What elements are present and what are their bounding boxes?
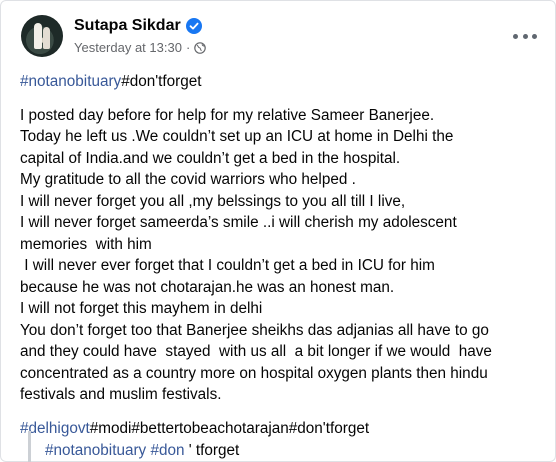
hashtag-link[interactable]: #don	[150, 442, 184, 459]
body-line: I will never ever forget that I couldn’t…	[20, 257, 435, 274]
facebook-post: Sutapa Sikdar Yesterday at 13:30 · #nota…	[0, 0, 556, 462]
dot	[532, 33, 537, 39]
body-line: My gratitude to all the covid warriors w…	[20, 171, 356, 188]
body-line: memories with him	[20, 235, 152, 253]
hashtag-text: #don'tforget	[288, 419, 370, 437]
author-row: Sutapa Sikdar	[74, 16, 206, 36]
avatar-figure	[43, 27, 50, 49]
post-body: I posted day before for help for my rela…	[20, 105, 545, 406]
hashtag-text: #don'tforget	[121, 73, 202, 90]
globe-icon[interactable]	[194, 41, 207, 54]
author-name[interactable]: Sutapa Sikdar	[74, 16, 181, 36]
quoted-text: #notanobituary #don ' tforget	[28, 431, 239, 462]
body-line: I posted day before for help for my rela…	[20, 106, 435, 124]
hashtag-line-top: #notanobituary#don'tforget	[20, 71, 545, 93]
body-line: I will not forget this mayhem in delhi	[20, 300, 263, 317]
body-line: because he was not chotarajan.he was an …	[20, 278, 395, 296]
quote-rest-text: ' tforget	[184, 442, 240, 459]
post-header: Sutapa Sikdar Yesterday at 13:30 ·	[21, 15, 207, 57]
dot	[522, 33, 528, 39]
dot	[513, 33, 518, 39]
body-line: capital of India.and we couldn’t get a b…	[20, 149, 401, 167]
body-line: I will never forget you all ,my belssing…	[20, 192, 406, 210]
post-time-row: Yesterday at 13:30 ·	[74, 40, 207, 55]
more-options-icon[interactable]	[513, 31, 537, 41]
hashtag-link[interactable]: #notanobituary	[20, 73, 121, 90]
hashtag-link[interactable]: #notanobituary	[45, 442, 146, 459]
avatar-figure	[34, 23, 42, 49]
body-line: Today he left us .We couldn’t set up an …	[20, 128, 454, 145]
body-line: You don’t forget too that Banerjee sheik…	[20, 321, 489, 339]
body-line: and they could have stayed with us all a…	[20, 343, 492, 360]
author-avatar[interactable]	[21, 15, 63, 57]
body-line: I will never forget sameerda’s smile ..i…	[20, 214, 457, 231]
meta-separator: ·	[185, 40, 191, 55]
post-content: #notanobituary#don'tforget I posted day …	[20, 71, 545, 451]
body-line: festivals and muslim festivals.	[20, 386, 222, 403]
body-line: concentrated as a country more on hospit…	[20, 364, 488, 382]
post-timestamp[interactable]: Yesterday at 13:30	[74, 40, 182, 55]
post-meta: Sutapa Sikdar Yesterday at 13:30 ·	[74, 16, 207, 55]
verified-badge-icon	[185, 18, 202, 34]
